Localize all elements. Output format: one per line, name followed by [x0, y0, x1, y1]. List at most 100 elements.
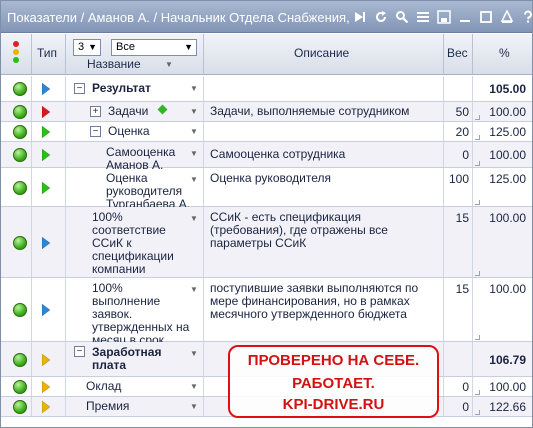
edit-corner-icon[interactable] — [475, 390, 480, 395]
collapse-icon[interactable]: − — [74, 346, 85, 357]
forward-icon[interactable] — [353, 10, 367, 24]
header-description[interactable]: Описание — [204, 34, 444, 74]
kpi-name[interactable]: Результат — [92, 82, 151, 95]
table-row[interactable]: − Результат ▼ 105.00 — [1, 76, 532, 102]
table-row[interactable]: Оценка руководителя Турганбаева А. ▼ Оценка … — [1, 168, 532, 211]
kpi-name[interactable]: 100% соответствие ССиК к спецификации компан… — [92, 211, 174, 276]
header-weight[interactable]: Вес — [444, 34, 473, 74]
row-menu-caret-icon[interactable]: ▼ — [190, 175, 198, 184]
status-green-dot-icon — [13, 303, 27, 317]
row-menu-caret-icon[interactable]: ▼ — [190, 214, 198, 223]
save-icon[interactable] — [437, 10, 451, 24]
kpi-name-line: Результат — [92, 81, 151, 95]
kpi-description: поступившие заявки выполняются по мере фи… — [210, 282, 418, 321]
kpi-name[interactable]: Заработная плата — [92, 346, 161, 372]
row-menu-caret-icon[interactable]: ▼ — [190, 402, 198, 411]
collapse-icon[interactable]: − — [74, 83, 85, 94]
type-yellow-arrow-icon — [41, 353, 51, 367]
status-green-dot-icon — [13, 380, 27, 394]
kpi-weight[interactable]: 15 — [456, 282, 469, 296]
table-header: Тип 3 ▼ Все ▼ Название ▼ Описание Вес % — [1, 34, 532, 75]
edit-corner-icon[interactable] — [475, 410, 480, 415]
kpi-weight[interactable]: 0 — [462, 148, 469, 162]
kpi-description: Задачи, выполняемые сотрудником — [210, 105, 409, 118]
row-menu-caret-icon[interactable]: ▼ — [190, 127, 198, 136]
collapse-icon[interactable]: − — [90, 126, 101, 137]
kpi-description: ССиК - есть спецификация (требования), гд… — [210, 211, 388, 250]
kpi-description: Оценка руководителя — [210, 172, 331, 185]
kpi-weight[interactable]: 0 — [462, 380, 469, 394]
search-icon[interactable] — [395, 10, 409, 24]
level-select[interactable]: 3 ▼ — [73, 39, 101, 56]
refresh-icon[interactable] — [374, 10, 388, 24]
row-menu-caret-icon[interactable]: ▼ — [190, 84, 198, 93]
title-bar: Показатели / Аманов А. / Начальник Отдел… — [1, 1, 532, 33]
level-select-value: 3 — [78, 41, 85, 53]
kpi-name[interactable]: Задачи — [108, 105, 148, 118]
kpi-percent: 100.00 — [489, 105, 526, 119]
kpi-name[interactable]: Оценка руководителя Турганбаева А. — [106, 172, 190, 211]
kpi-percent: 100.00 — [489, 380, 526, 394]
weight-cell — [444, 76, 473, 101]
header-type-label: Тип — [37, 46, 58, 60]
kpi-description: Самооценка сотрудника — [210, 148, 345, 161]
expand-icon[interactable]: + — [90, 106, 101, 117]
kpi-weight[interactable]: 50 — [456, 105, 469, 119]
edit-corner-icon[interactable] — [475, 271, 480, 276]
description-cell — [204, 122, 444, 141]
list-icon[interactable] — [416, 10, 430, 24]
kpi-weight[interactable]: 15 — [456, 211, 469, 225]
row-menu-caret-icon[interactable]: ▼ — [190, 285, 198, 294]
kpi-window: Показатели / Аманов А. / Начальник Отдел… — [0, 0, 533, 428]
kpi-name-line: Премия — [86, 399, 130, 413]
kpi-percent: 122.66 — [489, 400, 526, 414]
status-green-dot-icon — [13, 400, 27, 414]
kpi-name-line: Оценка — [108, 124, 150, 138]
kpi-name-line: компании — [92, 262, 146, 276]
edit-corner-icon[interactable] — [475, 335, 480, 340]
kpi-name[interactable]: Премия — [86, 400, 129, 413]
kpi-percent: 125.00 — [489, 125, 526, 139]
row-menu-caret-icon[interactable]: ▼ — [190, 149, 198, 158]
table-row[interactable]: 100% выполнение заявок. утвержденных на меся… — [1, 278, 532, 347]
row-menu-caret-icon[interactable]: ▼ — [190, 107, 198, 116]
kpi-name[interactable]: 100% выполнение заявок. утвержденных на меся… — [92, 282, 189, 347]
row-menu-caret-icon[interactable]: ▼ — [190, 382, 198, 391]
type-red-arrow-icon — [41, 105, 51, 119]
row-menu-caret-icon[interactable]: ▼ — [190, 349, 198, 358]
table-row[interactable]: 100% соответствие ССиК к спецификации компан… — [1, 207, 532, 278]
header-name[interactable]: 3 ▼ Все ▼ Название ▼ — [66, 34, 204, 74]
kpi-name[interactable]: Оценка — [108, 125, 150, 138]
filter-select[interactable]: Все ▼ — [111, 39, 197, 56]
status-green-dot-icon — [13, 82, 27, 96]
edit-corner-icon[interactable] — [475, 200, 480, 205]
sort-caret-icon[interactable]: ▼ — [165, 60, 173, 69]
minimize-icon[interactable] — [458, 10, 472, 24]
type-blue-arrow-icon — [41, 82, 51, 96]
weight-cell — [444, 342, 473, 376]
status-green-dot-icon — [13, 125, 27, 139]
header-type[interactable]: Тип — [32, 34, 66, 74]
kpi-percent: 100.00 — [489, 211, 526, 225]
chevron-down-icon: ▼ — [88, 42, 97, 52]
edit-corner-icon[interactable] — [475, 115, 480, 120]
table-row[interactable]: + Задачи ▼ Задачи, выполняемые сотрудником 5… — [1, 102, 532, 122]
stamp-line: РАБОТАЕТ. — [292, 375, 375, 392]
status-green-dot-icon — [13, 353, 27, 367]
edit-corner-icon[interactable] — [475, 161, 480, 166]
kpi-weight[interactable]: 0 — [462, 400, 469, 414]
restore-icon[interactable] — [479, 10, 493, 24]
type-green-arrow-icon — [41, 148, 51, 162]
help-icon[interactable] — [521, 10, 532, 24]
window-title: Показатели / Аманов А. / Начальник Отдел… — [7, 10, 352, 25]
kpi-name[interactable]: Оклад — [86, 380, 121, 393]
header-percent[interactable]: % — [473, 34, 532, 74]
table-row[interactable]: Самооценка Аманов А. ▼ Самооценка сотрудник… — [1, 142, 532, 172]
kpi-weight[interactable]: 20 — [456, 125, 469, 139]
table-row[interactable]: − Оценка ▼ 20 125.00 — [1, 122, 532, 142]
type-blue-arrow-icon — [41, 303, 51, 317]
kpi-weight[interactable]: 100 — [449, 172, 469, 186]
print-icon[interactable] — [500, 10, 514, 24]
edit-corner-icon[interactable] — [475, 135, 480, 140]
description-cell — [204, 76, 444, 101]
